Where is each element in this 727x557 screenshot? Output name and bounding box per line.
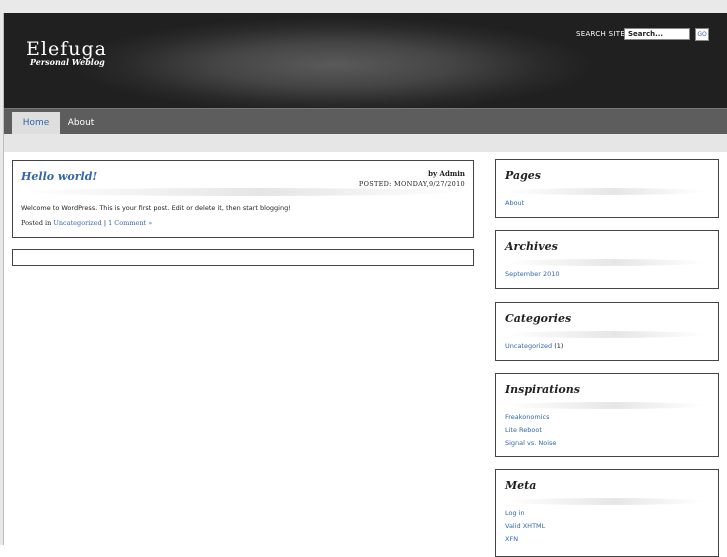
widget-meta: Meta Log in Valid XHTML XFN [495,469,719,557]
inspiration-link[interactable]: Lite Reboot [505,426,542,434]
post-meta-prefix: Posted in [21,219,52,227]
category-count: (1) [554,342,564,350]
page-container: Elefuga Personal Weblog SEARCH SITE Sear… [3,13,727,557]
post-meta: Posted in Uncategorized | 1 Comment » [21,219,152,227]
widget-title: Archives [505,240,558,253]
post-divider [21,188,461,196]
main-nav: Home About [4,108,727,135]
post-author: by Admin [428,169,465,178]
content-band [4,134,727,152]
inspiration-link[interactable]: Signal vs. Noise [505,439,556,447]
site-tagline: Personal Weblog [30,57,105,67]
post-meta-separator: | [103,219,107,227]
meta-link-xfn[interactable]: XFN [505,535,518,543]
inspiration-link[interactable]: Freakonomics [505,413,549,421]
site-header: Elefuga Personal Weblog SEARCH SITE Sear… [4,13,727,108]
search-input[interactable]: Search... [624,28,690,40]
post-body: Welcome to WordPress. This is your first… [21,204,291,212]
post-category-link[interactable]: Uncategorized [53,219,101,227]
widget-archives: Archives September 2010 [495,230,719,289]
widget-title: Categories [505,312,572,325]
meta-link-login[interactable]: Log in [505,509,525,517]
widget-title: Pages [505,169,541,182]
tab-home[interactable]: Home [12,112,60,135]
pages-link-about[interactable]: About [505,199,524,207]
widget-divider [505,331,705,338]
post-comments-link[interactable]: 1 Comment » [108,219,152,227]
empty-post-box [12,249,474,266]
post-card: Hello world! by Admin POSTED: MONDAY,9/2… [12,160,474,238]
post-date: POSTED: MONDAY,9/27/2010 [358,180,465,188]
widget-title: Inspirations [505,383,580,396]
widget-pages: Pages About [495,159,719,218]
search-label: SEARCH SITE [576,30,626,38]
browser-frame: Elefuga Personal Weblog SEARCH SITE Sear… [0,0,727,557]
widget-inspirations: Inspirations Freakonomics Lite Reboot Si… [495,373,719,457]
widget-divider [505,402,705,409]
search-go-button[interactable]: GO [695,28,709,41]
archive-link[interactable]: September 2010 [505,270,560,278]
post-title-link[interactable]: Hello world! [21,170,97,183]
tab-about[interactable]: About [64,112,98,135]
widget-categories: Categories Uncategorized (1) [495,302,719,361]
widget-title: Meta [505,479,537,492]
meta-link-xhtml[interactable]: Valid XHTML [505,522,545,530]
widget-divider [505,188,705,195]
widget-divider [505,498,705,505]
widget-divider [505,259,705,266]
category-link[interactable]: Uncategorized [505,342,552,350]
